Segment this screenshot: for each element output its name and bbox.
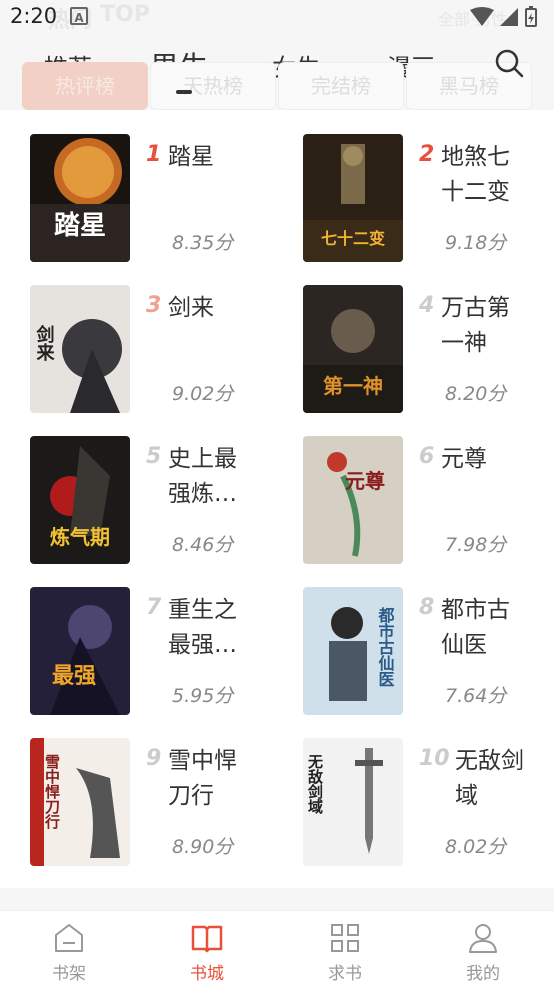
book-item[interactable]: 炼气期 5 史上最强炼… 8.46分 bbox=[30, 436, 290, 568]
book-cover[interactable]: 七十二变 bbox=[303, 134, 403, 262]
book-item[interactable]: 元尊 6 元尊 7.98分 bbox=[303, 436, 554, 568]
book-title: 史上最强炼… bbox=[168, 446, 237, 507]
rank-chip-bar: 热评榜 天热榜 完结榜 黑马榜 bbox=[22, 62, 532, 110]
rank-number: 1 bbox=[146, 142, 162, 167]
rank-number: 3 bbox=[146, 293, 162, 318]
status-icons bbox=[470, 6, 537, 27]
book-cover[interactable]: 无敌剑域 bbox=[303, 738, 403, 866]
cover-title: 元尊 bbox=[345, 469, 385, 493]
book-title: 元尊 bbox=[441, 446, 487, 472]
tab-label: 我的 bbox=[466, 964, 500, 984]
tab-profile[interactable]: 我的 bbox=[414, 911, 552, 986]
chip-daily-hot[interactable]: 天热榜 bbox=[150, 62, 276, 110]
book-title: 雪中悍刀行 bbox=[168, 748, 237, 809]
chip-completed[interactable]: 完结榜 bbox=[278, 62, 404, 110]
book-score: 8.02分 bbox=[445, 836, 507, 858]
cover-title: 雪中悍刀行 bbox=[43, 754, 61, 830]
book-item[interactable]: 最强 7 重生之最强… 5.95分 bbox=[30, 587, 290, 719]
tab-label: 求书 bbox=[328, 964, 362, 984]
rank-number: 2 bbox=[419, 142, 435, 167]
book-item[interactable]: 雪中悍刀行 9 雪中悍刀行 8.90分 bbox=[30, 738, 290, 870]
book-cover[interactable]: 都市古仙医 bbox=[303, 587, 403, 715]
book-cover[interactable]: 最强 bbox=[30, 587, 130, 715]
tab-request-book[interactable]: 求书 bbox=[276, 911, 414, 986]
cover-title: 炼气期 bbox=[50, 525, 110, 549]
rank-number: 8 bbox=[419, 595, 435, 620]
book-score: 5.95分 bbox=[172, 685, 234, 707]
cover-title: 都市古仙医 bbox=[376, 606, 396, 687]
cover-title: 七十二变 bbox=[321, 229, 385, 248]
book-item[interactable]: 第一神 4 万古第一神 8.20分 bbox=[303, 285, 554, 417]
user-icon bbox=[469, 924, 497, 953]
book-open-icon bbox=[191, 925, 223, 953]
book-item[interactable]: 无敌剑域 10 无敌剑域 8.02分 bbox=[303, 738, 554, 870]
book-cover[interactable]: 第一神 bbox=[303, 285, 403, 413]
book-title: 万古第一神 bbox=[441, 295, 510, 356]
book-item[interactable]: 剑来 3 剑来 9.02分 bbox=[30, 285, 290, 417]
status-time: 2:20 bbox=[10, 4, 58, 28]
notification-icon: A bbox=[70, 7, 88, 25]
rank-number: 6 bbox=[419, 444, 435, 469]
tab-label: 书架 bbox=[52, 964, 86, 984]
book-item[interactable]: 踏星 1 踏星 8.35分 bbox=[30, 134, 290, 266]
book-title: 无敌剑域 bbox=[455, 748, 524, 809]
book-title: 剑来 bbox=[168, 295, 214, 321]
bookshelf-icon bbox=[55, 924, 83, 952]
book-cover[interactable]: 踏星 bbox=[30, 134, 130, 262]
book-ranking-list: 踏星 1 踏星 8.35分 七十二变 2 地煞七十二变 9.18分 剑来 3 剑… bbox=[0, 110, 554, 888]
rank-number: 4 bbox=[419, 293, 435, 318]
grid-icon bbox=[331, 924, 359, 952]
book-title: 都市古仙医 bbox=[441, 597, 510, 658]
book-title: 重生之最强… bbox=[168, 597, 237, 658]
tab-bookshelf[interactable]: 书架 bbox=[0, 911, 138, 986]
book-score: 8.20分 bbox=[445, 383, 507, 405]
book-score: 9.18分 bbox=[445, 232, 507, 254]
wifi-icon bbox=[470, 7, 494, 26]
book-item[interactable]: 七十二变 2 地煞七十二变 9.18分 bbox=[303, 134, 554, 266]
cover-title: 最强 bbox=[52, 664, 96, 689]
tab-label: 书城 bbox=[190, 964, 224, 984]
book-title: 地煞七十二变 bbox=[441, 144, 510, 205]
cover-title: 第一神 bbox=[323, 374, 383, 398]
book-score: 8.90分 bbox=[172, 836, 234, 858]
book-title: 踏星 bbox=[168, 144, 214, 170]
background-header-top: TOP bbox=[100, 2, 150, 27]
signal-icon bbox=[500, 8, 518, 26]
book-score: 9.02分 bbox=[172, 383, 234, 405]
rank-number: 9 bbox=[146, 746, 162, 771]
book-cover[interactable]: 雪中悍刀行 bbox=[30, 738, 130, 866]
book-item[interactable]: 都市古仙医 8 都市古仙医 7.64分 bbox=[303, 587, 554, 719]
book-score: 7.98分 bbox=[445, 534, 507, 556]
tab-indicator bbox=[176, 90, 192, 94]
book-score: 8.35分 bbox=[172, 232, 234, 254]
book-score: 8.46分 bbox=[172, 534, 234, 556]
tab-bookstore[interactable]: 书城 bbox=[138, 911, 276, 986]
status-bar: 热门 TOP 全部·男性 2:20 A bbox=[0, 0, 554, 34]
search-icon[interactable] bbox=[494, 48, 524, 78]
book-cover[interactable]: 剑来 bbox=[30, 285, 130, 413]
cover-title: 剑来 bbox=[34, 324, 56, 362]
rank-number: 7 bbox=[146, 595, 162, 620]
cover-title: 无敌剑域 bbox=[306, 754, 324, 815]
rank-number: 5 bbox=[146, 444, 162, 469]
book-cover[interactable]: 炼气期 bbox=[30, 436, 130, 564]
bottom-tab-bar: 书架 书城 求书 我的 bbox=[0, 910, 554, 986]
book-score: 7.64分 bbox=[445, 685, 507, 707]
chip-hot-review[interactable]: 热评榜 bbox=[22, 62, 148, 110]
rank-number: 10 bbox=[419, 746, 450, 771]
book-cover[interactable]: 元尊 bbox=[303, 436, 403, 564]
cover-title: 踏星 bbox=[54, 211, 106, 241]
